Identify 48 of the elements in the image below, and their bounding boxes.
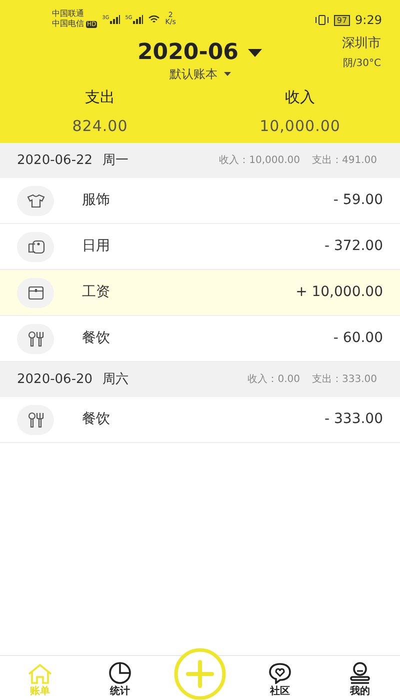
weather-text: 阴/30°C: [342, 56, 381, 70]
cutlery-icon: [26, 330, 44, 346]
category-name: 工资: [82, 283, 110, 302]
day-income: 收入：10,000.00: [219, 154, 300, 168]
day-date: 2020-06-22: [17, 152, 93, 170]
paper-roll-icon: [26, 240, 44, 254]
caret-icon: [248, 48, 262, 56]
amount: + 10,000.00: [296, 283, 383, 302]
income-label: 收入: [285, 87, 315, 108]
caret-icon: [224, 72, 230, 76]
amount: - 59.00: [333, 191, 383, 210]
day-expense: 支出：333.00: [312, 372, 377, 387]
city-name: 深圳市: [342, 35, 381, 53]
amount: - 372.00: [324, 237, 383, 256]
wifi-icon: [148, 14, 160, 24]
battery-indicator: 97: [334, 14, 350, 26]
day-income: 收入：0.00: [248, 372, 300, 387]
expense-label: 支出: [85, 87, 115, 108]
category-name: 餐饮: [82, 329, 110, 348]
vibrate-icon: [314, 15, 329, 25]
income-total: 10,000.00: [260, 116, 340, 136]
carrier-name: 中国联通: [52, 9, 85, 19]
amount: - 333.00: [324, 410, 383, 429]
tab-item[interactable]: 统计: [108, 662, 132, 700]
weekday: 周一: [102, 152, 129, 170]
tab-item[interactable]: 我的: [348, 662, 372, 700]
weekday: 周六: [102, 370, 129, 389]
shirt-icon: [26, 194, 44, 208]
wallet-icon: [28, 286, 44, 300]
add-button[interactable]: [174, 648, 226, 700]
tab-item[interactable]: 社区: [268, 662, 292, 700]
category-name: 日用: [82, 237, 110, 256]
signal-icon: [133, 14, 144, 24]
signal-icon: [110, 14, 120, 24]
home-icon: [27, 664, 53, 684]
amount: - 60.00: [333, 329, 383, 348]
expense-total: 824.00: [72, 116, 128, 136]
heart-bubble-icon: [268, 662, 292, 684]
day-expense: 支出：491.00: [312, 154, 377, 168]
category-name: 服饰: [82, 191, 110, 210]
category-name: 餐饮: [82, 410, 110, 429]
clock-time: 9:29: [355, 12, 382, 29]
transaction-row[interactable]: 工资 + 10,000.00: [0, 270, 400, 316]
cutlery-icon: [26, 412, 44, 428]
carrier-name: 中国电信: [52, 19, 84, 29]
user-icon: [348, 662, 372, 684]
day-date: 2020-06-20: [17, 370, 93, 389]
pie-chart-icon: [108, 662, 132, 684]
